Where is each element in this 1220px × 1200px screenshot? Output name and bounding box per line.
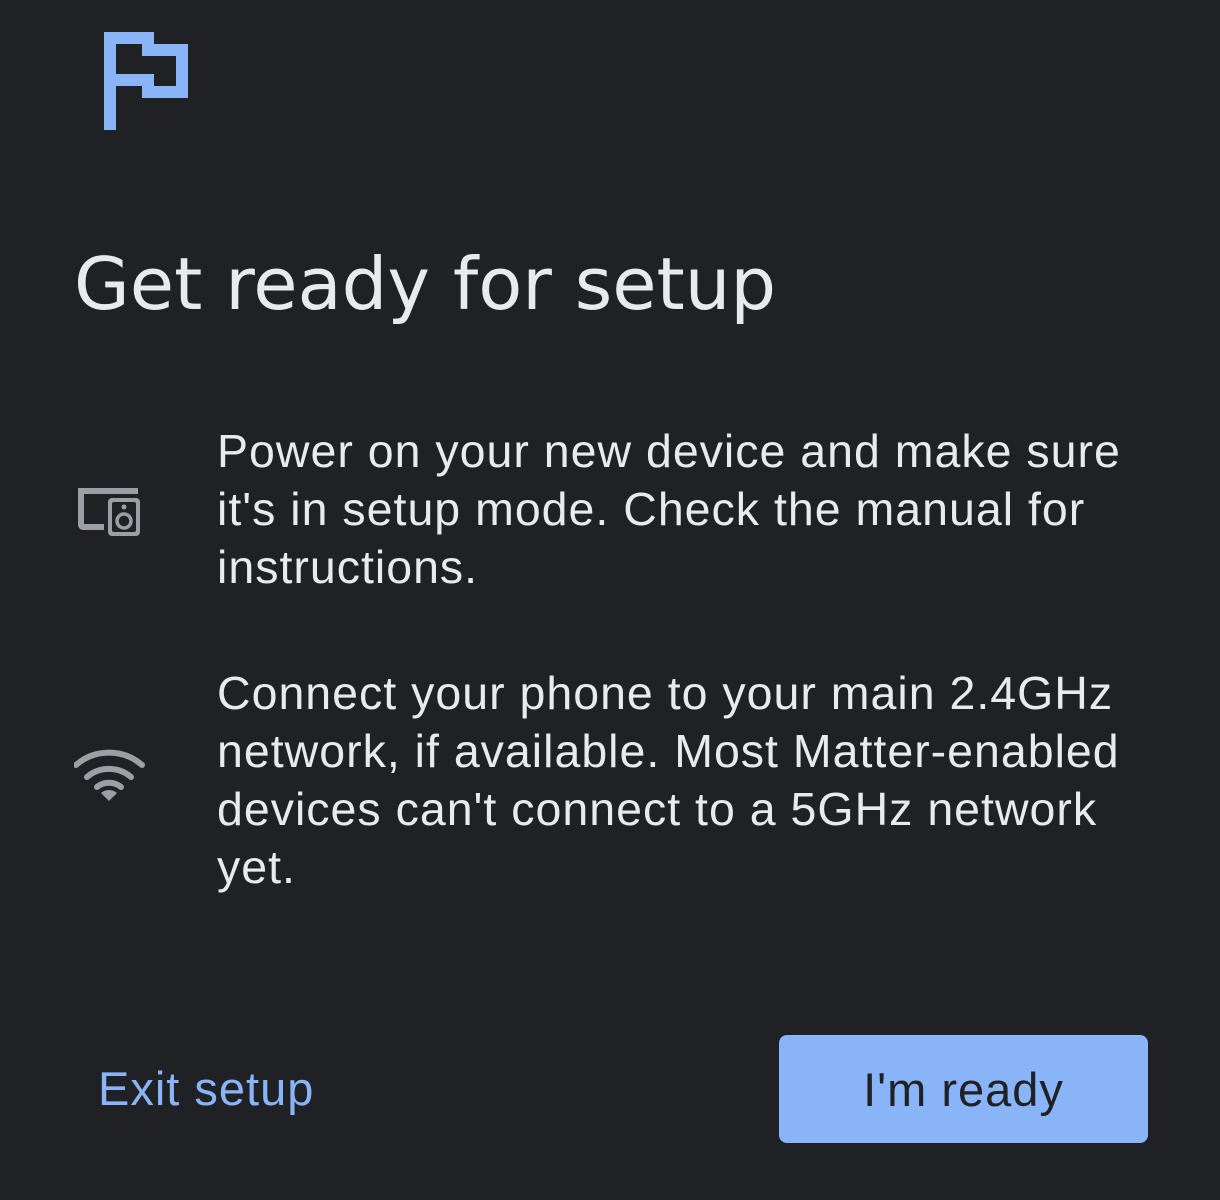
device-speaker-icon [78, 488, 140, 536]
setup-step-network: Connect your phone to your main 2.4GHz n… [0, 664, 1220, 904]
page-title: Get ready for setup [74, 242, 777, 326]
step-text: Power on your new device and make sure i… [217, 425, 1121, 593]
wifi-icon [74, 749, 145, 801]
exit-setup-button[interactable]: Exit setup [74, 1036, 338, 1142]
setup-step-power: Power on your new device and make sure i… [0, 422, 1220, 600]
flag-icon [104, 32, 188, 130]
im-ready-button[interactable]: I'm ready [779, 1035, 1148, 1143]
step-text: Connect your phone to your main 2.4GHz n… [217, 667, 1120, 893]
